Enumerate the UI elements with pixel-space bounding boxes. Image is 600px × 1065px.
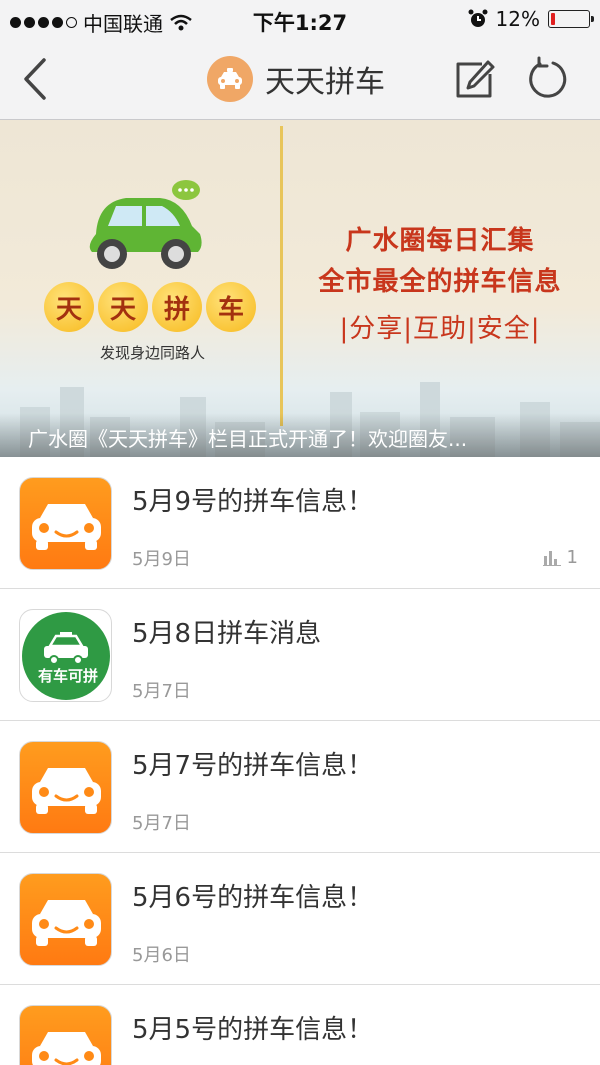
battery-percent: 12% <box>495 7 540 31</box>
list-item[interactable]: 5月7号的拼车信息！ 5月7日 <box>0 721 600 853</box>
alarm-icon <box>468 9 488 27</box>
car-thumbnail-icon <box>19 1005 112 1065</box>
headline-line-2: 全市最全的拼车信息 <box>318 267 562 297</box>
item-title: 5月7号的拼车信息！ <box>132 751 374 781</box>
refresh-icon[interactable] <box>526 56 570 102</box>
list-item[interactable]: 5月6号的拼车信息！ 5月6日 <box>0 853 600 985</box>
item-date: 5月7日 <box>132 681 191 702</box>
battery-area: 12% <box>468 7 594 31</box>
list-item[interactable]: 5月9号的拼车信息！ 5月9日 1 <box>0 457 600 589</box>
view-count: 1 <box>542 547 578 568</box>
promo-banner[interactable]: 天 天 拼 车 发现身边同路人 广水圈每日汇集 全市最全的拼车信息 |分享|互助… <box>0 120 600 457</box>
headline-line-1: 广水圈每日汇集 <box>345 226 535 256</box>
item-date: 5月6日 <box>132 945 191 966</box>
taxi-logo-icon <box>207 56 253 102</box>
status-bar: 中国联通 下午1:27 12% <box>0 0 600 38</box>
badge-char: 车 <box>206 282 256 332</box>
post-list: 5月9号的拼车信息！ 5月9日 1 有车可拼 5月8日拼车消息 5月7日 5月7… <box>0 457 600 1065</box>
badge-char: 拼 <box>152 282 202 332</box>
item-date: 5月9日 <box>132 549 191 570</box>
banner-divider <box>280 126 283 426</box>
nav-bar: 天天拼车 <box>0 38 600 120</box>
headline-tags: |分享|互助|安全| <box>339 314 541 344</box>
chevron-left-icon[interactable] <box>18 56 54 102</box>
view-count-number: 1 <box>566 547 578 568</box>
item-title: 5月9号的拼车信息！ <box>132 487 374 517</box>
banner-caption: 广水圈《天天拼车》栏目正式开通了！欢迎圈友... <box>0 413 600 457</box>
green-circle: 有车可拼 <box>22 612 110 700</box>
item-title: 5月5号的拼车信息！ <box>132 1015 374 1045</box>
bar-chart-icon <box>542 550 561 566</box>
app-screen: 中国联通 下午1:27 12% 天天拼车 天 天 拼 车 发现身边同路人 广水圈… <box>0 0 600 1065</box>
edit-icon[interactable] <box>452 58 496 102</box>
green-car-thumbnail-icon: 有车可拼 <box>19 609 112 702</box>
nav-title-group: 天天拼车 <box>207 56 385 102</box>
item-title: 5月8日拼车消息 <box>132 619 322 649</box>
battery-fill <box>551 13 556 25</box>
green-car-illustration <box>89 180 202 269</box>
item-date: 5月7日 <box>132 813 191 834</box>
thumb-label: 有车可拼 <box>37 667 98 685</box>
page-title: 天天拼车 <box>265 65 385 100</box>
item-title: 5月6号的拼车信息！ <box>132 883 374 913</box>
car-thumbnail-icon <box>19 873 112 966</box>
list-item[interactable]: 5月5号的拼车信息！ <box>0 985 600 1065</box>
list-item[interactable]: 有车可拼 5月8日拼车消息 5月7日 <box>0 589 600 721</box>
badge-char: 天 <box>44 282 94 332</box>
battery-icon <box>548 10 594 28</box>
badge-char: 天 <box>98 282 148 332</box>
banner-slogan: 发现身边同路人 <box>100 344 206 362</box>
car-thumbnail-icon <box>19 477 112 570</box>
car-thumbnail-icon <box>19 741 112 834</box>
logo-badges: 天 天 拼 车 <box>44 282 256 332</box>
banner-headline: 广水圈每日汇集 全市最全的拼车信息 |分享|互助|安全| <box>300 220 580 345</box>
